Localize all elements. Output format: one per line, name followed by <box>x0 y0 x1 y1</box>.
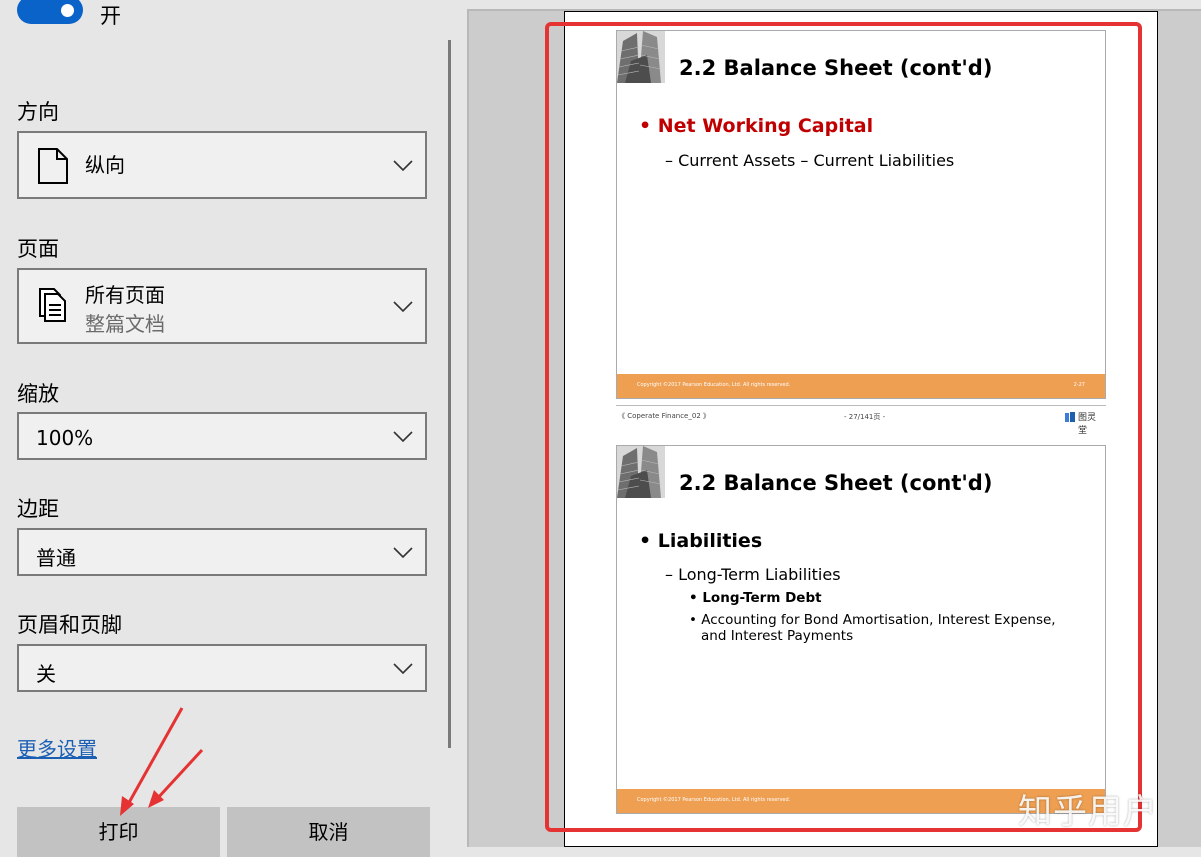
toggle-knob <box>61 4 74 17</box>
cancel-button[interactable]: 取消 <box>227 807 430 857</box>
chevron-down-icon <box>393 547 413 559</box>
chevron-down-icon <box>393 431 413 443</box>
pages-label: 页面 <box>17 237 59 261</box>
panel-scrollbar[interactable] <box>448 40 451 748</box>
margins-select[interactable]: 普通 <box>17 528 427 576</box>
print-settings-panel: 开 方向 纵向 页面 所有页面 整篇文档 缩放 100% 边距 普通 页眉和页脚… <box>0 0 462 857</box>
header-footer-label: 页眉和页脚 <box>17 613 122 637</box>
pages-stack-icon <box>39 288 66 322</box>
header-footer-value: 关 <box>36 662 56 686</box>
header-footer-select[interactable]: 关 <box>17 644 427 692</box>
chevron-down-icon <box>393 160 413 172</box>
chevron-down-icon <box>393 301 413 313</box>
chevron-down-icon <box>393 663 413 675</box>
orientation-value: 纵向 <box>85 153 125 177</box>
pages-subvalue: 整篇文档 <box>85 312 165 336</box>
scale-label: 缩放 <box>17 382 59 406</box>
toggle-label: 开 <box>100 4 121 28</box>
margins-label: 边距 <box>17 497 59 521</box>
orientation-select[interactable]: 纵向 <box>17 131 427 199</box>
scale-value: 100% <box>36 426 94 450</box>
annotation-arrows <box>120 707 204 816</box>
page-portrait-icon <box>38 148 68 184</box>
annotation-highlight-frame <box>545 22 1142 832</box>
orientation-label: 方向 <box>17 100 59 124</box>
margins-value: 普通 <box>36 546 76 570</box>
scale-select[interactable]: 100% <box>17 412 427 460</box>
pages-value: 所有页面 <box>85 283 165 307</box>
more-settings-link[interactable]: 更多设置 <box>17 733 97 762</box>
pages-select[interactable]: 所有页面 整篇文档 <box>17 268 427 344</box>
toggle-switch[interactable] <box>17 0 83 24</box>
watermark: 知乎用户 <box>1018 792 1158 832</box>
